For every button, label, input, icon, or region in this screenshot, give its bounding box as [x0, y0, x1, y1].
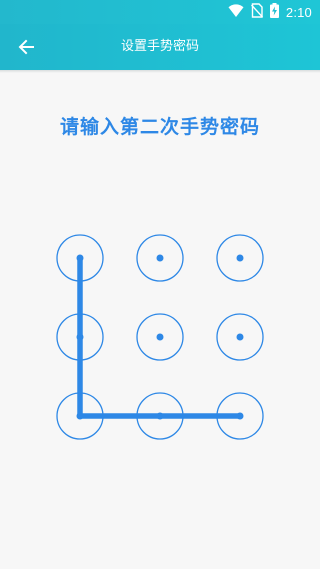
pattern-node-3[interactable]: [216, 234, 264, 282]
pattern-node-2[interactable]: [136, 234, 184, 282]
pattern-node-5[interactable]: [136, 313, 184, 361]
pattern-node-6[interactable]: [216, 313, 264, 361]
gesture-pattern-pad[interactable]: [0, 0, 320, 569]
